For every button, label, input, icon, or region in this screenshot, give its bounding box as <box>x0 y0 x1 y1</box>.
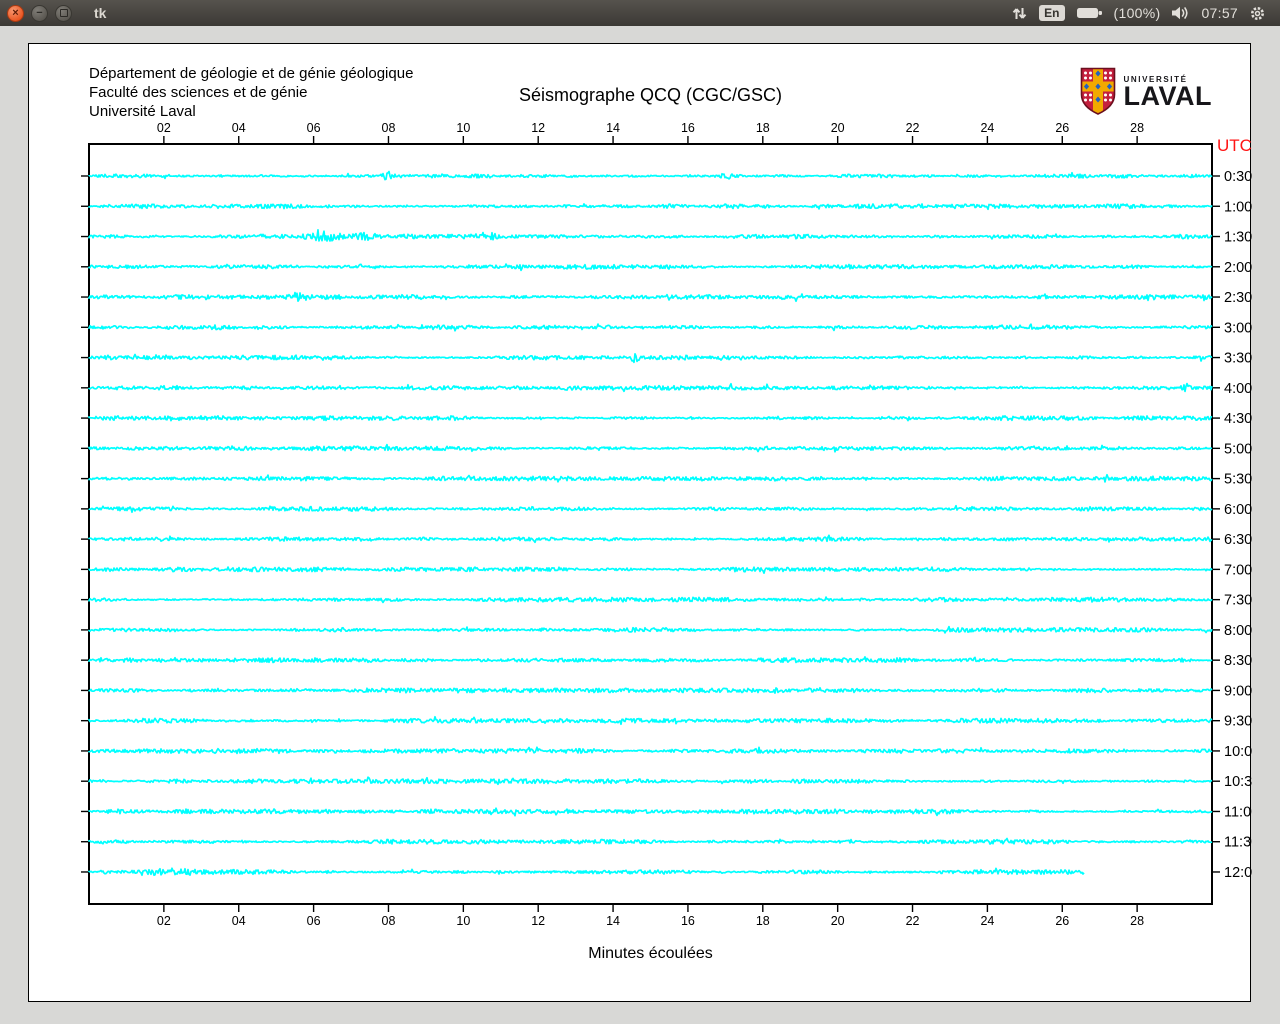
seismo-trace-row-3 <box>89 264 1212 270</box>
x-tick-label-top: 20 <box>831 121 845 135</box>
utc-row-label: 10:30 <box>1224 774 1252 790</box>
seismograph-plot: 02 02 04 04 06 06 08 08 10 10 12 12 14 14 16 16 18 18 20 20… <box>29 44 1252 1003</box>
maximize-button[interactable] <box>55 5 72 22</box>
x-tick-label-top: 24 <box>980 121 994 135</box>
seismo-trace-row-4 <box>89 293 1212 302</box>
x-tick-label-top: 02 <box>157 121 171 135</box>
seismo-trace-row-7 <box>89 384 1212 392</box>
utc-row-label: 11:30 <box>1224 835 1252 851</box>
seismo-trace-row-13 <box>89 567 1212 573</box>
battery-percentage[interactable]: (100%) <box>1114 5 1161 21</box>
x-tick-label-top: 06 <box>307 121 321 135</box>
session-gear-icon[interactable] <box>1249 5 1266 22</box>
utc-row-label: 1:30 <box>1224 230 1252 246</box>
seismo-trace-row-20 <box>89 777 1212 784</box>
seismo-trace-row-22 <box>89 839 1212 845</box>
x-tick-label-bottom: 14 <box>606 914 620 928</box>
utc-row-label: 3:00 <box>1224 320 1252 336</box>
x-tick-label-bottom: 10 <box>456 914 470 928</box>
titlebar: × − tk En (100%) 07:57 <box>0 0 1280 26</box>
x-tick-label-bottom: 18 <box>756 914 770 928</box>
utc-row-label: 9:30 <box>1224 714 1252 730</box>
x-tick-label-bottom: 24 <box>980 914 994 928</box>
utc-row-label: 0:30 <box>1224 169 1252 185</box>
x-tick-label-top: 04 <box>232 121 246 135</box>
x-tick-label-top: 28 <box>1130 121 1144 135</box>
utc-row-label: 8:00 <box>1224 623 1252 639</box>
utc-row-label: 10:00 <box>1224 744 1252 760</box>
clock[interactable]: 07:57 <box>1201 5 1238 21</box>
x-axis-label: Minutes écoulées <box>89 945 1212 963</box>
x-tick-label-bottom: 26 <box>1055 914 1069 928</box>
seismo-trace-row-17 <box>89 688 1212 693</box>
seismo-trace-row-19 <box>89 747 1212 753</box>
utc-row-label: 6:30 <box>1224 532 1252 548</box>
seismo-trace-row-11 <box>89 506 1212 513</box>
x-tick-label-top: 10 <box>456 121 470 135</box>
utc-row-label: 11:00 <box>1224 804 1252 820</box>
x-tick-label-bottom: 16 <box>681 914 695 928</box>
seismo-trace-row-2 <box>89 230 1212 241</box>
x-tick-label-bottom: 02 <box>157 914 171 928</box>
utc-row-label: 7:30 <box>1224 593 1252 609</box>
window-title: tk <box>94 5 106 21</box>
seismo-trace-row-8 <box>89 416 1212 421</box>
utc-row-label: 2:30 <box>1224 290 1252 306</box>
system-tray: En (100%) 07:57 <box>1011 5 1280 22</box>
utc-row-label: 4:00 <box>1224 381 1252 397</box>
x-tick-label-bottom: 04 <box>232 914 246 928</box>
plot-border <box>89 144 1212 904</box>
utc-row-label: 7:00 <box>1224 562 1252 578</box>
keyboard-layout-indicator[interactable]: En <box>1039 5 1064 21</box>
volume-icon[interactable] <box>1171 6 1190 20</box>
x-tick-label-top: 26 <box>1055 121 1069 135</box>
maximize-icon <box>60 9 68 17</box>
x-tick-label-bottom: 06 <box>307 914 321 928</box>
seismo-trace-row-15 <box>89 627 1212 633</box>
x-tick-label-top: 22 <box>906 121 920 135</box>
utc-row-label: 12:00 <box>1224 865 1252 881</box>
seismo-trace-row-9 <box>89 445 1212 452</box>
battery-icon[interactable] <box>1076 6 1103 20</box>
utc-row-label: 4:30 <box>1224 411 1252 427</box>
seismo-trace-row-23 <box>89 868 1084 875</box>
utc-row-label: 2:00 <box>1224 260 1252 276</box>
seismo-trace-row-10 <box>89 475 1212 482</box>
seismo-trace-row-1 <box>89 204 1212 209</box>
seismo-trace-row-0 <box>89 172 1212 180</box>
seismo-trace-row-12 <box>89 535 1212 542</box>
utc-row-label: 3:30 <box>1224 351 1252 367</box>
utc-row-label: 5:30 <box>1224 472 1252 488</box>
seismo-trace-row-18 <box>89 717 1212 724</box>
utc-row-label: 1:00 <box>1224 199 1252 215</box>
x-tick-label-bottom: 12 <box>531 914 545 928</box>
x-tick-label-top: 16 <box>681 121 695 135</box>
close-button[interactable]: × <box>7 5 24 22</box>
x-tick-label-bottom: 28 <box>1130 914 1144 928</box>
seismo-trace-row-5 <box>89 324 1212 331</box>
x-tick-label-top: 08 <box>382 121 396 135</box>
x-tick-label-bottom: 20 <box>831 914 845 928</box>
utc-row-label: 5:00 <box>1224 441 1252 457</box>
utc-row-label: 8:30 <box>1224 653 1252 669</box>
tk-application-window: Département de géologie et de génie géol… <box>28 43 1251 1002</box>
utc-row-label: 9:00 <box>1224 683 1252 699</box>
network-sync-icon[interactable] <box>1011 5 1028 22</box>
x-tick-label-top: 18 <box>756 121 770 135</box>
seismo-trace-row-16 <box>89 657 1212 663</box>
utc-axis-title: UTC <box>1217 136 1252 156</box>
seismo-trace-row-14 <box>89 597 1212 602</box>
x-tick-label-top: 14 <box>606 121 620 135</box>
seismo-trace-row-6 <box>89 354 1212 363</box>
x-tick-label-bottom: 08 <box>382 914 396 928</box>
minimize-button[interactable]: − <box>31 5 48 22</box>
x-tick-label-top: 12 <box>531 121 545 135</box>
seismo-trace-row-21 <box>89 808 1212 816</box>
x-tick-label-bottom: 22 <box>906 914 920 928</box>
utc-row-label: 6:00 <box>1224 502 1252 518</box>
